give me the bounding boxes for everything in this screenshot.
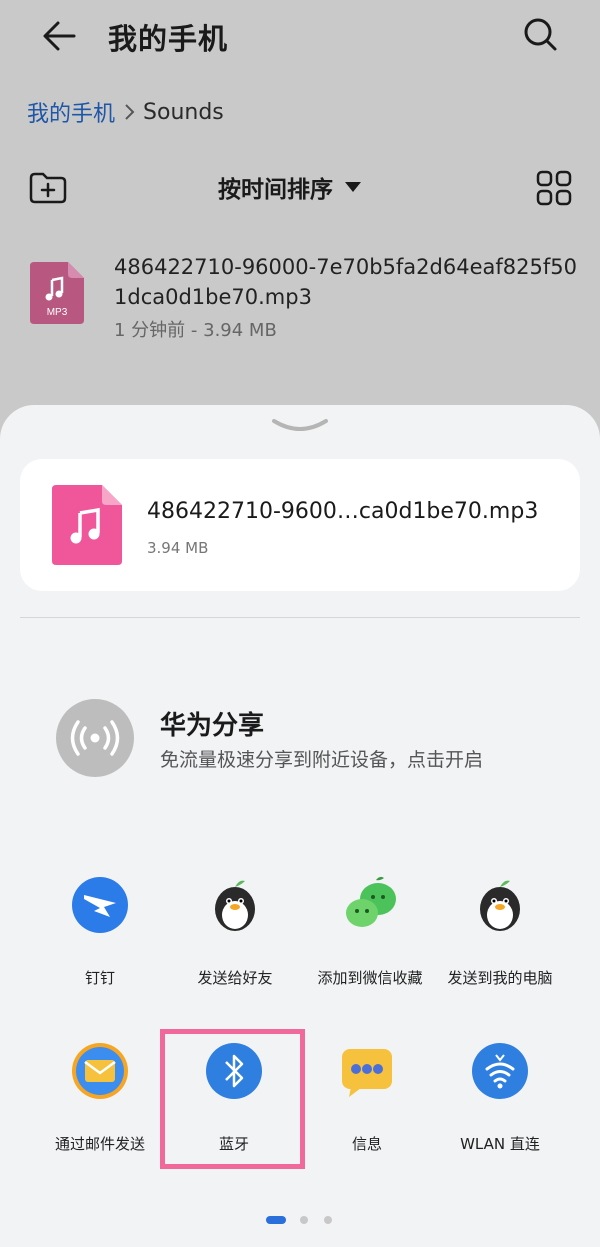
app-label: 通过邮件发送 — [54, 1135, 145, 1153]
card-file-name: 486422710-9600…ca0d1be70.mp3 — [147, 499, 539, 524]
dingtalk-icon — [72, 877, 128, 933]
sort-dropdown[interactable]: 按时间排序 — [218, 170, 361, 204]
huawei-share-row[interactable]: 华为分享 免流量极速分享到附近设备，点击开启 — [0, 695, 600, 777]
app-label: 钉钉 — [84, 969, 115, 987]
back-button[interactable] — [38, 14, 82, 58]
search-button[interactable] — [518, 12, 562, 56]
wlan-direct-icon — [472, 1043, 528, 1099]
screen: 我的手机 我的手机 Sounds 按时间排序 MP3 486422710-960… — [0, 0, 600, 1247]
search-icon — [524, 18, 557, 51]
page-dot — [324, 1216, 332, 1224]
huawei-share-title: 华为分享 — [160, 711, 265, 741]
divider — [20, 617, 580, 618]
mail-icon — [72, 1043, 128, 1099]
toolbar: 按时间排序 — [0, 160, 600, 216]
card-file-size: 3.94 MB — [147, 539, 209, 557]
music-file-icon — [52, 485, 122, 565]
app-label: 发送到我的电脑 — [447, 969, 553, 987]
huawei-share-icon — [56, 699, 134, 777]
breadcrumb-root[interactable]: 我的手机 — [27, 96, 115, 128]
grid-view-button[interactable] — [534, 168, 574, 208]
shared-file-card: 486422710-9600…ca0d1be70.mp3 3.94 MB — [20, 459, 580, 591]
share-app-message[interactable]: 信息 — [292, 1041, 442, 1181]
app-label: WLAN 直连 — [460, 1135, 540, 1153]
mp3-file-icon: MP3 — [30, 262, 84, 324]
page-dot-active — [266, 1216, 286, 1224]
page-indicator — [0, 1213, 600, 1227]
share-app-send-friend[interactable]: 发送给好友 — [160, 875, 310, 1015]
chevron-down-icon — [272, 419, 328, 431]
back-arrow-icon — [43, 21, 76, 51]
file-icon-badge: MP3 — [47, 307, 68, 318]
share-app-send-computer[interactable]: 发送到我的电脑 — [425, 875, 575, 1015]
penguin-icon — [480, 880, 520, 931]
app-label: 信息 — [351, 1135, 382, 1153]
new-folder-button[interactable] — [28, 168, 68, 208]
penguin-icon — [215, 880, 255, 931]
app-label: 添加到微信收藏 — [317, 969, 423, 987]
share-app-email[interactable]: 通过邮件发送 — [25, 1041, 175, 1181]
highlight-box — [160, 1029, 305, 1169]
message-icon — [342, 1049, 392, 1097]
sort-label: 按时间排序 — [218, 177, 333, 203]
huawei-share-description: 免流量极速分享到附近设备，点击开启 — [160, 749, 484, 771]
wechat-favorites-icon — [346, 876, 396, 927]
sheet-collapse-handle[interactable] — [270, 415, 330, 437]
page-title: 我的手机 — [108, 22, 229, 56]
file-name: 486422710-96000-7e70b5fa2d64eaf825f501dc… — [114, 255, 577, 309]
share-app-wlan-direct[interactable]: WLAN 直连 — [425, 1041, 575, 1181]
chevron-right-icon — [125, 104, 135, 120]
app-label: 发送给好友 — [197, 969, 273, 987]
breadcrumb: 我的手机 Sounds — [27, 96, 224, 128]
file-meta: 1 分钟前 - 3.94 MB — [114, 320, 277, 341]
breadcrumb-current: Sounds — [143, 99, 224, 125]
grid-view-icon — [536, 170, 572, 206]
page-dot — [300, 1216, 308, 1224]
share-sheet: 486422710-9600…ca0d1be70.mp3 3.94 MB 华为分… — [0, 405, 600, 1247]
new-folder-icon — [29, 172, 67, 204]
dropdown-triangle-icon — [345, 182, 361, 192]
top-bar: 我的手机 — [0, 0, 600, 80]
file-list-item[interactable]: MP3 486422710-96000-7e70b5fa2d64eaf825f5… — [0, 240, 600, 350]
share-app-dingtalk[interactable]: 钉钉 — [25, 875, 175, 1015]
share-app-wechat-favorites[interactable]: 添加到微信收藏 — [295, 875, 445, 1015]
